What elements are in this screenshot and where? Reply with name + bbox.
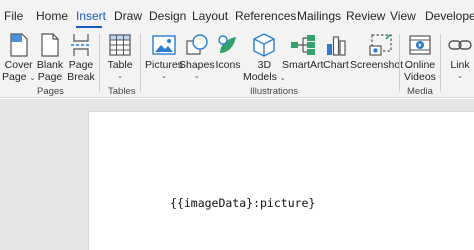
page-break-button[interactable]: Page Break [67, 32, 95, 83]
tab-file[interactable]: File [4, 9, 23, 23]
shapes-label: Shapes [179, 59, 215, 71]
group-label-media: Media [407, 86, 433, 97]
tab-insert[interactable]: Insert [76, 9, 106, 23]
tab-developer[interactable]: Developer [425, 9, 474, 23]
blank-page-label-1: Blank [36, 59, 64, 71]
icons-icon [214, 32, 242, 58]
document-text[interactable]: {{imageData}:picture} [170, 196, 315, 210]
blank-page-button[interactable]: Blank Page [36, 32, 64, 83]
blank-page-label-2: Page [37, 71, 63, 83]
cube-icon [250, 32, 278, 58]
smartart-label: SmartArt [282, 59, 324, 71]
online-videos-label-2: Videos [404, 71, 436, 83]
tab-design[interactable]: Design [149, 9, 186, 23]
ribbon-tab-bar: File Home Insert Draw Design Layout Refe… [0, 0, 474, 28]
chevron-down-icon: ⌄ [457, 73, 463, 80]
tab-references[interactable]: References [235, 9, 296, 23]
shapes-button[interactable]: Shapes ⌄ [179, 32, 215, 83]
tab-home[interactable]: Home [36, 9, 68, 23]
icons-label: Icons [215, 59, 241, 71]
icons-button[interactable]: Icons [214, 32, 242, 71]
page-break-label-2: Break [67, 71, 95, 83]
3d-models-button[interactable]: 3D Models ⌄ [243, 32, 286, 85]
smartart-icon [289, 32, 317, 58]
3d-models-label-1: 3D [257, 59, 272, 71]
ribbon-panel: Cover Page ⌄ Blank Page Page Break Pages… [0, 28, 474, 98]
tab-layout[interactable]: Layout [192, 9, 228, 23]
bar-chart-icon [322, 32, 350, 58]
page-break-label-1: Page [68, 59, 94, 71]
3d-models-label-2: Models [243, 71, 277, 83]
screenshot-button[interactable]: Screenshot ⌄ [350, 32, 412, 73]
tab-view[interactable]: View [390, 9, 416, 23]
group-divider [399, 34, 400, 92]
pictures-label: Pictures [145, 59, 183, 71]
screenshot-icon [367, 32, 395, 58]
table-icon [106, 32, 134, 58]
blank-page-icon [36, 32, 64, 58]
online-videos-label-1: Online [404, 59, 436, 71]
group-divider [140, 34, 141, 92]
chevron-down-icon: ⌄ [117, 73, 123, 80]
tab-review[interactable]: Review [346, 9, 385, 23]
picture-icon [150, 32, 178, 58]
table-button[interactable]: Table ⌄ [106, 32, 134, 83]
link-icon [446, 32, 474, 58]
table-label: Table [107, 59, 133, 71]
cover-page-label-2: Page [2, 71, 27, 83]
document-page[interactable] [88, 111, 474, 250]
link-label: Link [450, 59, 470, 71]
link-button[interactable]: Link ⌄ [446, 32, 474, 83]
chevron-down-icon: ⌄ [29, 75, 36, 82]
shapes-icon [183, 32, 211, 58]
group-label-illustrations: Illustrations [250, 86, 299, 97]
group-divider [440, 34, 441, 92]
chart-button[interactable]: Chart [322, 32, 350, 71]
cover-page-button[interactable]: Cover Page ⌄ [2, 32, 35, 85]
chevron-down-icon: ⌄ [279, 75, 286, 82]
chevron-down-icon: ⌄ [161, 73, 167, 80]
tab-draw[interactable]: Draw [114, 9, 142, 23]
group-divider [99, 34, 100, 92]
pictures-button[interactable]: Pictures ⌄ [145, 32, 183, 83]
smartart-button[interactable]: SmartArt [282, 32, 323, 71]
online-videos-button[interactable]: Online Videos [404, 32, 436, 83]
cover-page-icon [5, 32, 33, 58]
chart-label: Chart [323, 59, 349, 71]
tab-mailings[interactable]: Mailings [297, 9, 341, 23]
cover-page-label-1: Cover [4, 59, 33, 71]
chevron-down-icon: ⌄ [193, 73, 200, 80]
screenshot-label: Screenshot [350, 59, 404, 71]
group-label-pages: Pages [37, 86, 64, 97]
video-icon [406, 32, 434, 58]
page-break-icon [67, 32, 95, 58]
group-label-tables: Tables [108, 86, 136, 97]
